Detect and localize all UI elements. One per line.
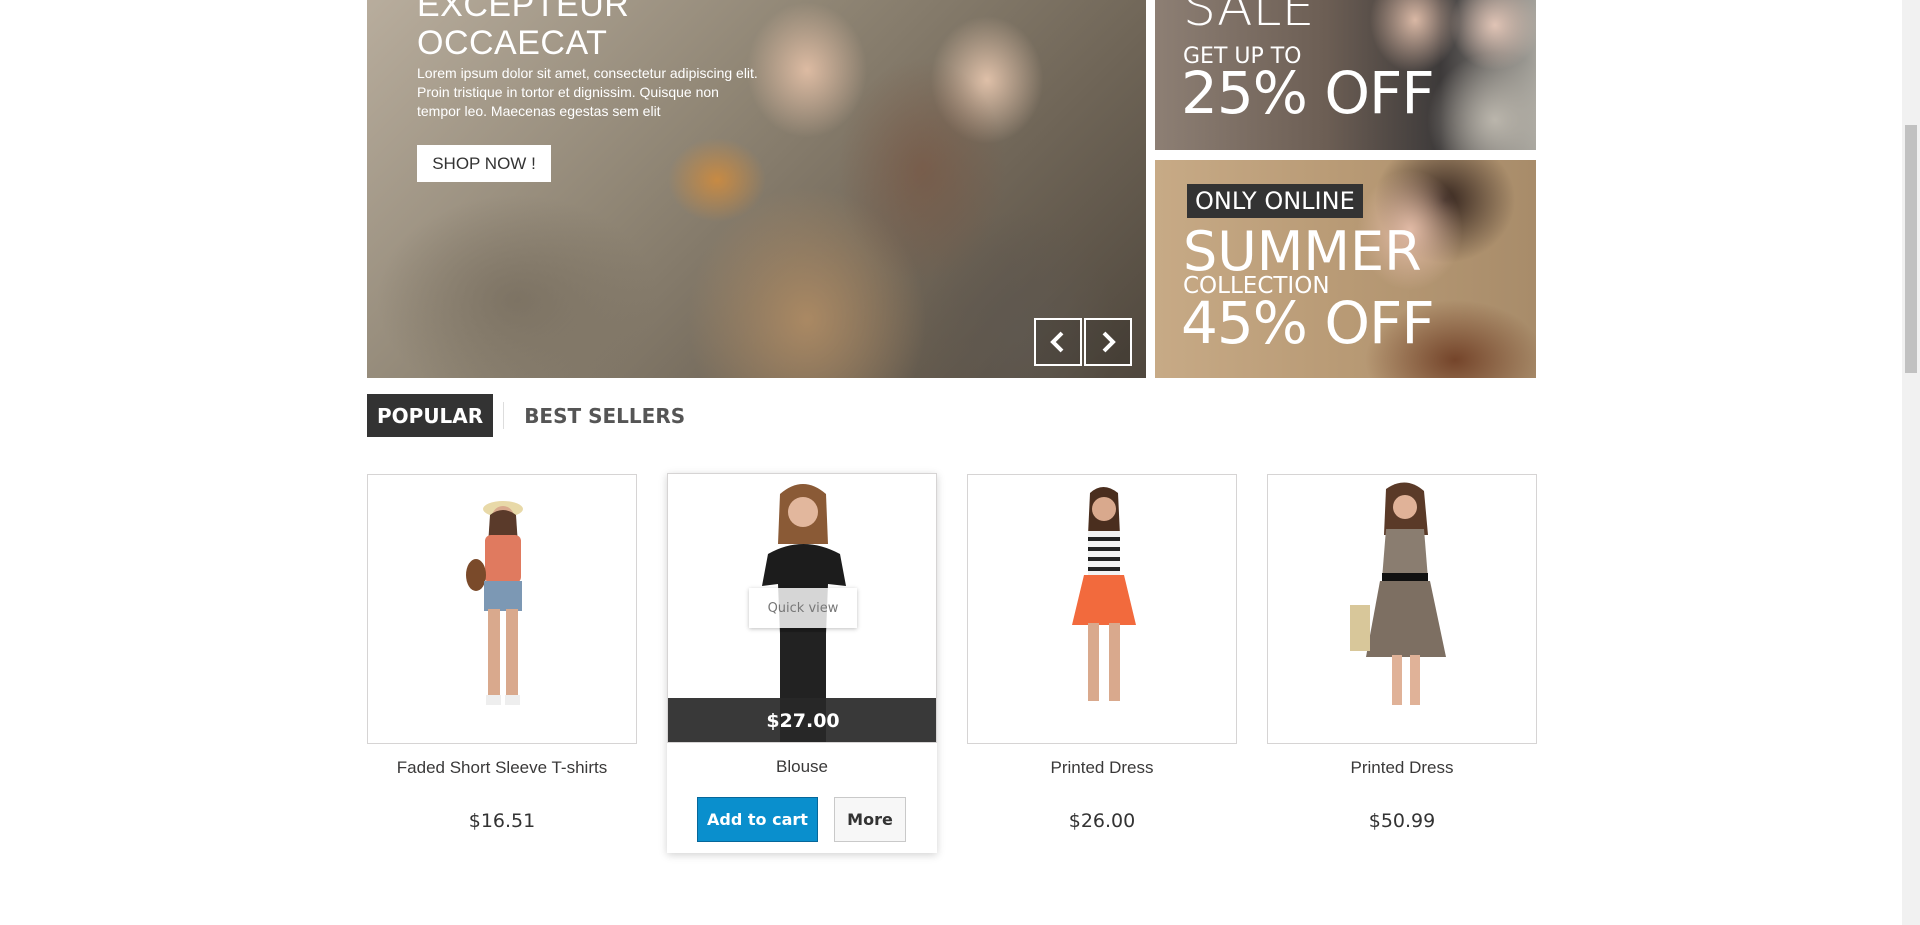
summer-banner[interactable]: ONLY ONLINE SUMMER COLLECTION 45% OFF xyxy=(1155,160,1536,378)
shop-now-button[interactable]: SHOP NOW ! xyxy=(417,145,551,182)
product-price: $26.00 xyxy=(1068,810,1136,832)
tab-divider xyxy=(503,402,505,429)
tab-best-sellers[interactable]: BEST SELLERS xyxy=(514,394,695,437)
banner-badge: ONLY ONLINE xyxy=(1187,184,1363,218)
banner-offer: 45% OFF xyxy=(1181,289,1435,357)
more-button[interactable]: More xyxy=(834,797,906,842)
product-image[interactable] xyxy=(367,474,637,744)
price-overlay: $27.00 xyxy=(668,698,936,742)
product-name[interactable]: Printed Dress xyxy=(1267,758,1537,778)
product-tabs: POPULAR BEST SELLERS xyxy=(367,394,695,437)
product-photo xyxy=(466,501,523,705)
banner-headline: SALE xyxy=(1183,0,1315,38)
banner-headline: SUMMER xyxy=(1183,220,1422,283)
tab-popular[interactable]: POPULAR xyxy=(367,394,494,437)
slider-next-button[interactable] xyxy=(1084,318,1132,366)
product-name[interactable]: Blouse xyxy=(667,757,937,777)
product-image[interactable] xyxy=(1267,474,1537,744)
product-price: $50.99 xyxy=(1368,810,1436,832)
vertical-scrollbar[interactable] xyxy=(1902,0,1920,925)
product-card[interactable]: Printed Dress $50.99 xyxy=(1267,474,1537,854)
slide-description: Lorem ipsum dolor sit amet, consectetur … xyxy=(417,65,758,119)
product-card[interactable]: Faded Short Sleeve T-shirts $16.51 xyxy=(367,474,637,854)
product-price: $16.51 xyxy=(468,810,536,832)
product-photo xyxy=(1350,482,1446,705)
scrollbar-thumb[interactable] xyxy=(1905,125,1917,373)
product-photo xyxy=(1072,487,1136,701)
slider-prev-button[interactable] xyxy=(1034,318,1082,366)
product-name[interactable]: Faded Short Sleeve T-shirts xyxy=(367,758,637,778)
chevron-left-icon xyxy=(1050,331,1064,353)
product-image[interactable] xyxy=(967,474,1237,744)
product-card[interactable]: Quick view $27.00 Blouse Add to cart Mor… xyxy=(667,473,937,853)
product-grid: Faded Short Sleeve T-shirts $16.51 Quick… xyxy=(367,473,1537,854)
product-name[interactable]: Printed Dress xyxy=(967,758,1237,778)
slide-title: EXCEPTEUR OCCAECAT xyxy=(417,0,630,62)
banner-offer: 25% OFF xyxy=(1181,59,1435,127)
product-card[interactable]: Printed Dress $26.00 xyxy=(967,474,1237,854)
add-to-cart-button[interactable]: Add to cart xyxy=(697,797,818,842)
sale-banner[interactable]: SALE GET UP TO 25% OFF xyxy=(1155,0,1536,150)
hero-slider[interactable]: EXCEPTEUR OCCAECAT Lorem ipsum dolor sit… xyxy=(367,0,1146,378)
page: EXCEPTEUR OCCAECAT Lorem ipsum dolor sit… xyxy=(0,0,1900,925)
quick-view-button[interactable]: Quick view xyxy=(749,588,857,628)
chevron-right-icon xyxy=(1102,331,1116,353)
product-image[interactable]: Quick view $27.00 xyxy=(667,473,937,743)
